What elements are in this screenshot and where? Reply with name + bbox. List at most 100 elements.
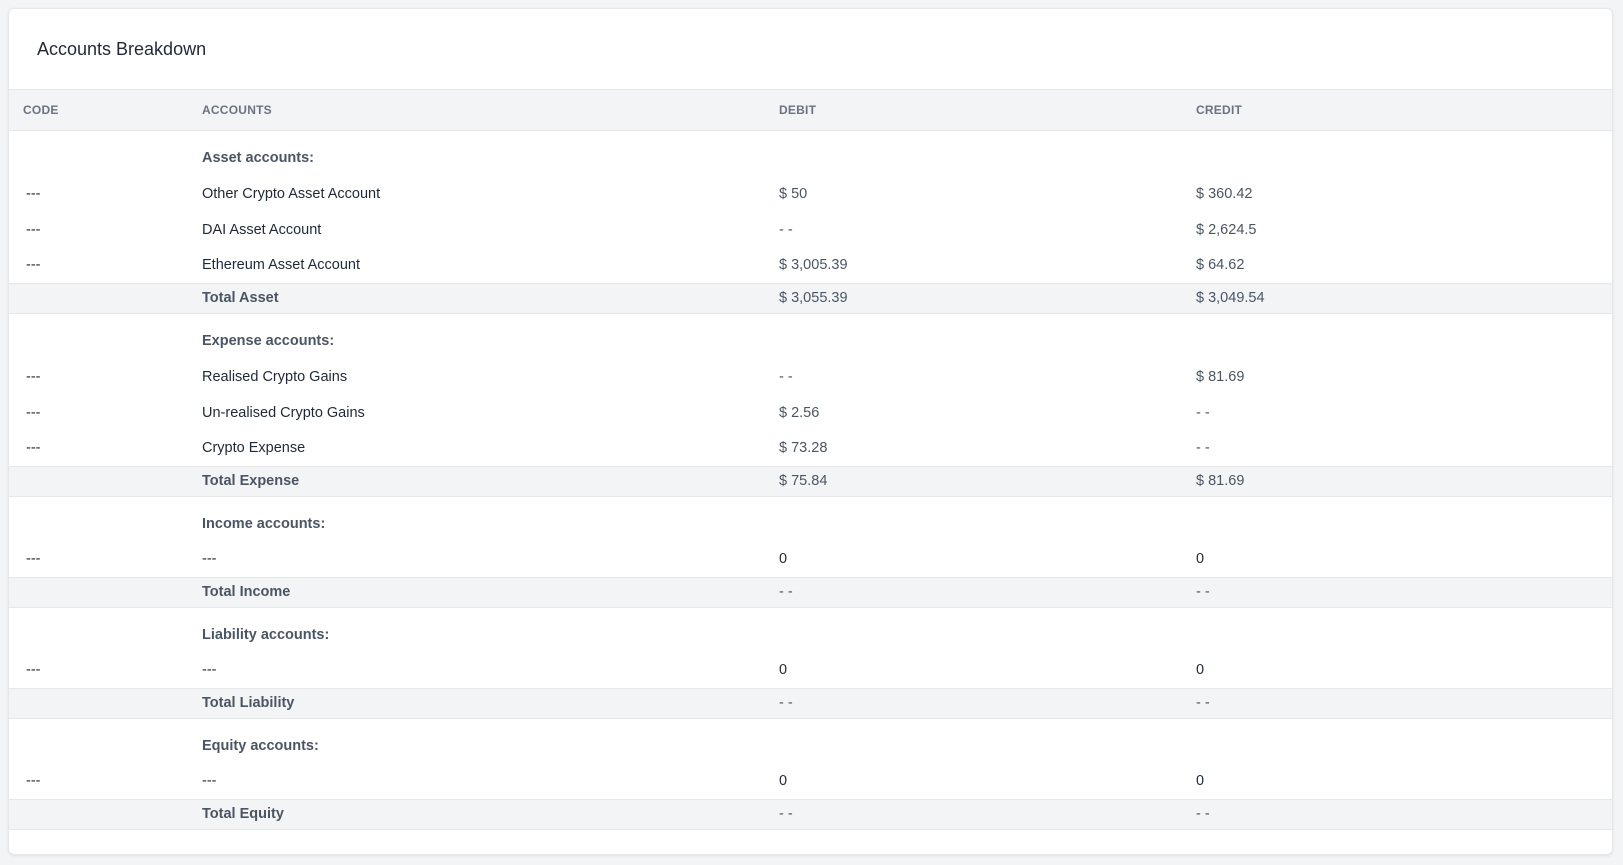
group-debit-cell [765,130,1182,176]
total-row-equity: Total Equity - - - - [9,799,1612,829]
total-debit: $ 3,055.39 [779,290,848,306]
total-label: Total Expense [202,473,300,489]
group-header-equity: Equity accounts: [9,718,1612,764]
group-label: Equity accounts: [202,738,319,754]
account-debit: $ 3,005.39 [779,257,848,273]
account-credit: $ 64.62 [1196,257,1245,273]
table-row: --- Crypto Expense $ 73.28 - - [9,431,1612,467]
table-row: --- Ethereum Asset Account $ 3,005.39 $ … [9,248,1612,284]
table-row: --- Realised Crypto Gains - - $ 81.69 [9,359,1612,395]
account-debit: - - [779,221,793,238]
account-name: Other Crypto Asset Account [202,185,381,202]
account-debit: $ 73.28 [779,440,828,456]
group-debit-cell [765,496,1182,542]
account-name: Ethereum Asset Account [202,257,360,273]
total-label: Total Asset [202,290,279,306]
table-row: --- Other Crypto Asset Account $ 50 $ 36… [9,176,1612,212]
account-debit: 0 [779,551,788,567]
account-debit: 0 [779,773,788,789]
card-header: Accounts Breakdown [9,9,1612,90]
account-debit: 0 [779,662,788,678]
table-header: CODE ACCOUNTS DEBIT CREDIT [9,90,1612,130]
account-code: --- [26,773,41,789]
account-name: Crypto Expense [202,440,306,456]
account-code: --- [26,185,41,202]
account-name: --- [202,551,217,567]
group-header-expense: Expense accounts: [9,313,1612,359]
accounts-breakdown-card: Accounts Breakdown CODE ACCOUNTS DEBIT C… [8,8,1613,855]
total-row-income: Total Income - - - - [9,577,1612,607]
group-credit-cell [1182,130,1612,176]
total-credit: $ 81.69 [1196,473,1245,489]
account-credit: $ 360.42 [1196,185,1253,202]
table-row: --- DAI Asset Account - - $ 2,624.5 [9,212,1612,248]
table-row: --- --- 0 0 [9,542,1612,578]
accounts-table: CODE ACCOUNTS DEBIT CREDIT Asset account… [9,90,1612,830]
account-code: --- [26,221,41,238]
account-code: --- [26,404,41,421]
total-debit: - - [779,584,793,600]
total-debit: - - [779,806,793,822]
group-credit-cell [1182,607,1612,653]
account-code: --- [26,440,41,456]
account-code: --- [26,257,41,273]
account-debit: $ 50 [779,185,808,202]
table-row: --- --- 0 0 [9,653,1612,689]
total-label: Total Liability [202,695,295,711]
group-credit-cell [1182,496,1612,542]
total-debit: - - [779,695,793,711]
total-credit: - - [1196,806,1210,822]
total-row-asset: Total Asset $ 3,055.39 $ 3,049.54 [9,283,1612,313]
group-header-income: Income accounts: [9,496,1612,542]
account-credit: 0 [1196,773,1205,789]
total-credit: - - [1196,695,1210,711]
total-code-cell [9,577,188,607]
account-credit: $ 2,624.5 [1196,221,1257,238]
group-code-cell [9,130,188,176]
account-name: Realised Crypto Gains [202,368,348,385]
table-body: Asset accounts: --- Other Crypto Asset A… [9,130,1612,829]
group-label: Expense accounts: [202,333,335,349]
total-code-cell [9,466,188,496]
total-label: Total Income [202,584,291,600]
total-row-expense: Total Expense $ 75.84 $ 81.69 [9,466,1612,496]
group-label: Asset accounts: [202,150,315,166]
group-label: Income accounts: [202,516,326,532]
total-code-cell [9,283,188,313]
account-credit: $ 81.69 [1196,368,1245,385]
column-header-debit: DEBIT [779,102,817,117]
group-label: Liability accounts: [202,627,330,643]
group-header-liability: Liability accounts: [9,607,1612,653]
group-credit-cell [1182,313,1612,359]
column-header-credit: CREDIT [1196,102,1243,117]
column-header-code: CODE [23,102,59,117]
total-code-cell [9,799,188,829]
group-debit-cell [765,718,1182,764]
account-name: --- [202,662,217,678]
account-code: --- [26,551,41,567]
account-debit: $ 2.56 [779,404,820,421]
group-code-cell [9,496,188,542]
account-credit: - - [1196,440,1210,456]
account-credit: 0 [1196,551,1205,567]
column-header-accounts: ACCOUNTS [202,102,272,117]
table-row: --- Un-realised Crypto Gains $ 2.56 - - [9,395,1612,431]
total-credit: - - [1196,584,1210,600]
account-name: DAI Asset Account [202,221,322,238]
account-code: --- [26,368,41,385]
card-title: Accounts Breakdown [37,38,207,59]
account-name: --- [202,773,217,789]
group-code-cell [9,313,188,359]
account-credit: - - [1196,404,1210,421]
table-row: --- --- 0 0 [9,764,1612,800]
total-credit: $ 3,049.54 [1196,290,1265,306]
group-debit-cell [765,607,1182,653]
header-row: CODE ACCOUNTS DEBIT CREDIT [9,90,1612,130]
account-name: Un-realised Crypto Gains [202,404,365,421]
group-code-cell [9,718,188,764]
group-code-cell [9,607,188,653]
total-debit: $ 75.84 [779,473,828,489]
group-header-asset: Asset accounts: [9,130,1612,176]
account-debit: - - [779,368,793,385]
group-debit-cell [765,313,1182,359]
